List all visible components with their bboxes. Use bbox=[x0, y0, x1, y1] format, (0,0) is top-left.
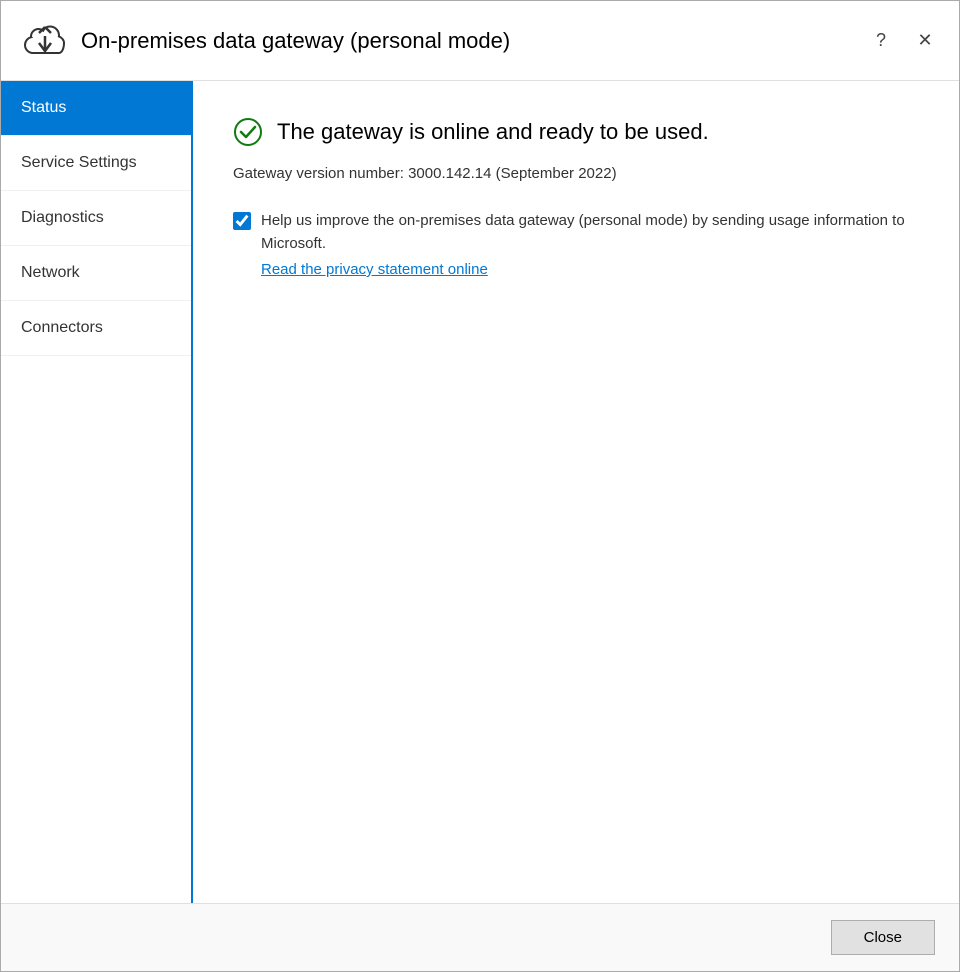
content-panel: The gateway is online and ready to be us… bbox=[193, 81, 959, 903]
window-close-button[interactable]: ✕ bbox=[907, 23, 943, 59]
status-online-icon bbox=[233, 117, 263, 147]
privacy-statement-link[interactable]: Read the privacy statement online bbox=[261, 261, 919, 278]
status-row: The gateway is online and ready to be us… bbox=[233, 117, 919, 147]
help-button[interactable]: ? bbox=[863, 23, 899, 59]
sidebar-item-network[interactable]: Network bbox=[1, 246, 191, 301]
sidebar-item-connectors[interactable]: Connectors bbox=[1, 301, 191, 356]
telemetry-label: Help us improve the on-premises data gat… bbox=[261, 210, 919, 255]
sidebar: Status Service Settings Diagnostics Netw… bbox=[1, 81, 193, 903]
checkbox-label-area: Help us improve the on-premises data gat… bbox=[261, 210, 919, 278]
close-button[interactable]: Close bbox=[831, 920, 935, 955]
title-left: On-premises data gateway (personal mode) bbox=[21, 21, 510, 61]
sidebar-item-status[interactable]: Status bbox=[1, 81, 191, 136]
title-controls: ? ✕ bbox=[863, 23, 943, 59]
telemetry-checkbox[interactable] bbox=[233, 212, 251, 230]
cloud-gateway-icon bbox=[21, 21, 69, 61]
sidebar-item-service-settings[interactable]: Service Settings bbox=[1, 136, 191, 191]
main-content: Status Service Settings Diagnostics Netw… bbox=[1, 81, 959, 903]
status-title-text: The gateway is online and ready to be us… bbox=[277, 119, 709, 145]
footer: Close bbox=[1, 903, 959, 971]
sidebar-item-diagnostics[interactable]: Diagnostics bbox=[1, 191, 191, 246]
telemetry-section: Help us improve the on-premises data gat… bbox=[233, 210, 919, 278]
app-window: On-premises data gateway (personal mode)… bbox=[0, 0, 960, 972]
title-bar: On-premises data gateway (personal mode)… bbox=[1, 1, 959, 81]
window-title: On-premises data gateway (personal mode) bbox=[81, 28, 510, 54]
version-text: Gateway version number: 3000.142.14 (Sep… bbox=[233, 165, 919, 182]
